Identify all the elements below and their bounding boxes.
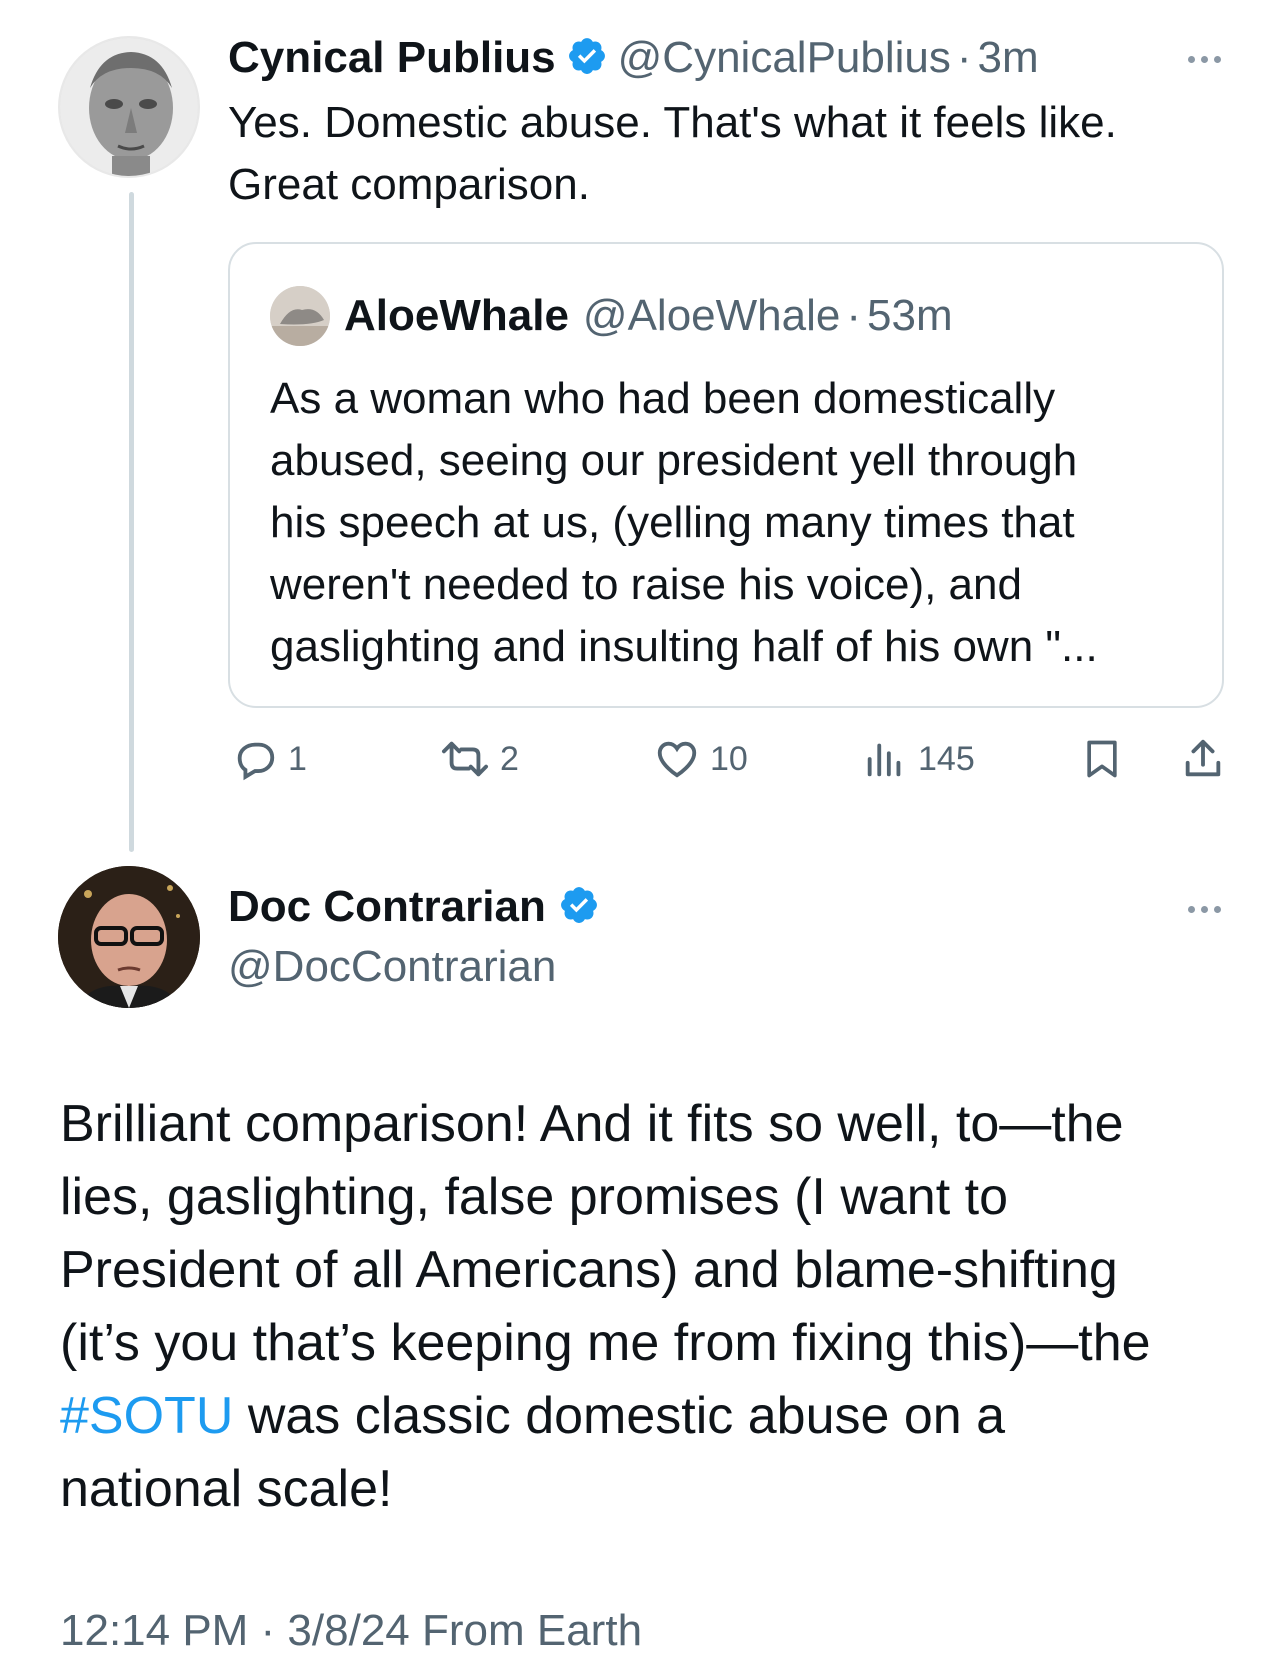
verified-badge-icon (558, 884, 600, 931)
quote-author-name: AloeWhale (344, 291, 569, 340)
like-button[interactable]: 10 (654, 736, 748, 782)
repost-count: 2 (500, 739, 519, 778)
tweet-text-fragment: was classic domestic abuse on a (233, 1387, 1006, 1445)
quote-text-line: gaslighting and insulting half of his ow… (270, 622, 1098, 671)
main-tweet-author: Doc Contrarian (228, 876, 600, 938)
tweet-text-line: Yes. Domestic abuse. That's what it feel… (228, 98, 1117, 147)
tweet-text-line: Great comparison. (228, 160, 590, 209)
author-handle[interactable]: @DocContrarian (228, 942, 556, 992)
quote-text-line: weren't needed to raise his voice), and (270, 560, 1022, 609)
tweet-text-line: (it’s you that’s keeping me from fixing … (60, 1314, 1151, 1372)
quote-text: As a woman who had been domestically abu… (270, 368, 1098, 678)
reply-icon (237, 742, 275, 781)
views-chart-icon (867, 743, 901, 777)
bookmark-icon (1087, 740, 1117, 778)
quote-text-line: his speech at us, (yelling many times th… (270, 498, 1075, 547)
quote-text-line: As a woman who had been domestically (270, 374, 1056, 423)
quoted-tweet-card[interactable]: AloeWhale @AloeWhale · 53m As a woman wh… (228, 242, 1224, 708)
verified-badge-icon (566, 35, 608, 82)
separator-dot: · (846, 291, 862, 340)
tweet-time[interactable]: 3m (978, 33, 1039, 83)
quote-author-handle: @AloeWhale (582, 291, 841, 340)
views-count: 145 (918, 739, 975, 778)
author-name[interactable]: Cynical Publius (228, 33, 556, 83)
share-button[interactable] (1180, 736, 1226, 782)
avatar-doc-contrarian[interactable] (58, 866, 200, 1008)
author-name[interactable]: Doc Contrarian (228, 882, 546, 932)
views-button[interactable]: 145 (862, 736, 975, 782)
tweet-text-line: national scale! (60, 1460, 393, 1518)
more-options-icon[interactable] (1188, 56, 1221, 63)
quote-time: 53m (867, 291, 953, 340)
main-tweet-text: Brilliant comparison! And it fits so wel… (60, 1088, 1151, 1526)
reply-count: 1 (288, 739, 307, 778)
thread-connector-line (129, 192, 134, 852)
repost-icon (441, 741, 488, 777)
repost-button[interactable]: 2 (440, 736, 519, 782)
bookmark-button[interactable] (1080, 736, 1124, 782)
share-icon (1185, 739, 1221, 777)
separator-dot: · (956, 33, 972, 82)
heart-icon (657, 741, 697, 778)
tweet-text-line: Brilliant comparison! And it fits so wel… (60, 1095, 1124, 1153)
avatar-aloewhale (270, 286, 330, 346)
tweet-text-line: President of all Americans) and blame-sh… (60, 1241, 1118, 1299)
tweet-text-line: lies, gaslighting, false promises (I wan… (60, 1168, 1008, 1226)
parent-tweet-text: Yes. Domestic abuse. That's what it feel… (228, 92, 1117, 216)
like-count: 10 (710, 739, 748, 778)
tweet-timestamp[interactable]: 12:14 PM · 3/8/24 From Earth (60, 1606, 642, 1656)
author-handle[interactable]: @CynicalPublius (618, 33, 951, 83)
avatar-cynical-publius[interactable] (58, 36, 200, 178)
parent-tweet-header: Cynical Publius @CynicalPublius · 3m (228, 28, 1039, 88)
tweet-text-line: #SOTU was classic domestic abuse on a (60, 1380, 1151, 1453)
hashtag-link[interactable]: #SOTU (60, 1387, 233, 1445)
quote-header: AloeWhale @AloeWhale · 53m (344, 286, 953, 346)
more-options-icon[interactable] (1188, 906, 1221, 913)
quote-text-line: abused, seeing our president yell throug… (270, 436, 1078, 485)
reply-button[interactable]: 1 (232, 736, 307, 782)
